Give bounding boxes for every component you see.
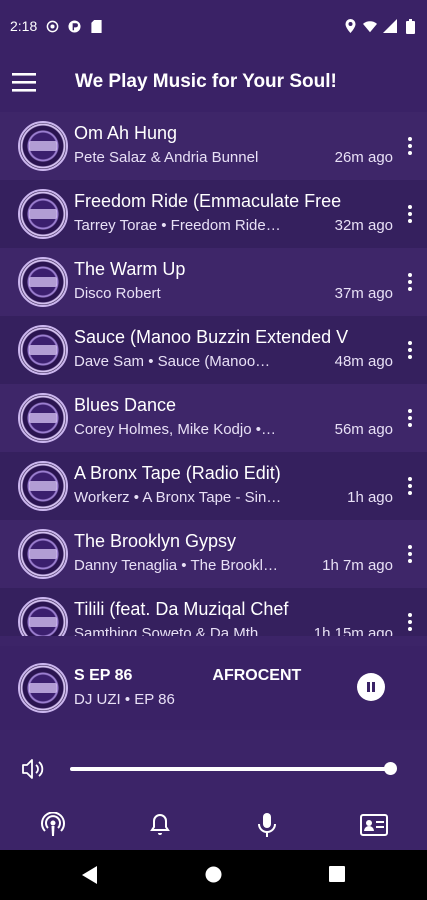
track-title: Om Ah Hung [74,123,178,143]
more-vert-icon[interactable] [393,398,427,438]
microphone-icon[interactable] [252,810,282,840]
track-title: The Brooklyn Gypsy [74,531,237,551]
more-vert-icon[interactable] [393,126,427,166]
album-art [18,121,68,171]
bell-icon[interactable] [145,810,175,840]
track-time: 32m ago [334,217,393,234]
status-bar: 2:18 [0,0,427,52]
album-art [18,189,68,239]
contact-card-icon[interactable] [359,810,389,840]
track-subtitle: Pete Salaz & Andria Bunnel [74,149,259,166]
track-row[interactable]: Sauce (Manoo Buzzin Extended V Dave Sam … [0,316,427,384]
wifi-icon [363,19,377,33]
track-subtitle: Tarrey Torae • Freedom Ride… [74,217,281,234]
track-row[interactable]: Om Ah Hung Pete Salaz & Andria Bunnel 26… [0,112,427,180]
track-time: 1h 15m ago [313,625,393,636]
track-subtitle: Dave Sam • Sauce (Manoo… [74,353,271,370]
more-vert-icon[interactable] [393,534,427,574]
app-badge-icon [67,19,81,33]
volume-slider-thumb[interactable] [384,762,397,775]
track-time: 26m ago [334,149,393,166]
bottom-nav [0,798,427,850]
track-subtitle: Workerz • A Bronx Tape - Sin… [74,489,282,506]
now-playing-title: S EP 86 AFROCENT [74,667,329,685]
track-subtitle: Corey Holmes, Mike Kodjo •… [74,421,276,438]
back-icon[interactable] [82,866,98,884]
track-time: 37m ago [334,285,393,302]
track-title: A Bronx Tape (Radio Edit) [74,463,281,483]
track-title: Blues Dance [74,395,177,415]
pause-icon [367,682,375,692]
track-row[interactable]: A Bronx Tape (Radio Edit) Workerz • A Br… [0,452,427,520]
app-header: We Play Music for Your Soul! [0,52,427,112]
album-art [18,393,68,443]
track-time: 48m ago [334,353,393,370]
album-art [18,529,68,579]
track-row[interactable]: Blues Dance Corey Holmes, Mike Kodjo •… … [0,384,427,452]
volume-bar [0,740,427,798]
track-row[interactable]: The Warm Up Disco Robert 37m ago [0,248,427,316]
track-list[interactable]: Om Ah Hung Pete Salaz & Andria Bunnel 26… [0,112,427,636]
now-playing-title-part1: S EP 86 [74,667,133,684]
now-playing-subtitle: DJ UZI • EP 86 [74,691,175,708]
album-art [18,257,68,307]
status-time: 2:18 [10,18,38,34]
battery-icon [403,18,417,34]
hamburger-menu-icon[interactable] [0,58,48,106]
album-art [18,597,68,636]
more-vert-icon[interactable] [393,330,427,370]
more-vert-icon[interactable] [393,262,427,302]
cell-signal-icon [383,19,397,33]
track-time: 1h ago [347,489,393,506]
recents-icon[interactable] [329,866,345,882]
now-playing-title-part2: AFROCENT [212,667,302,684]
media-record-icon [45,19,59,33]
track-subtitle: Samthing Soweto & Da Mth… [74,625,274,636]
album-art [18,461,68,511]
podcast-icon[interactable] [38,810,68,840]
track-title: Tilili (feat. Da Muziqal Chef [74,599,289,619]
more-vert-icon[interactable] [393,466,427,506]
now-playing-bar[interactable]: S EP 86 AFROCENT DJ UZI • EP 86 [0,646,427,730]
now-playing-art [18,663,68,713]
track-subtitle: Disco Robert [74,285,161,302]
sd-card-icon [89,19,103,33]
track-time: 1h 7m ago [322,557,393,574]
track-row[interactable]: Freedom Ride (Emmaculate Free Tarrey Tor… [0,180,427,248]
album-art [18,325,68,375]
home-icon[interactable] [205,866,222,883]
track-title: The Warm Up [74,259,186,279]
more-vert-icon[interactable] [393,602,427,636]
more-vert-icon[interactable] [393,194,427,234]
system-nav-bar [0,850,427,900]
app-title: We Play Music for Your Soul! [75,71,337,92]
track-subtitle: Danny Tenaglia • The Brookl… [74,557,278,574]
track-row[interactable]: The Brooklyn Gypsy Danny Tenaglia • The … [0,520,427,588]
track-title: Sauce (Manoo Buzzin Extended V [74,327,349,347]
track-time: 56m ago [334,421,393,438]
track-title: Freedom Ride (Emmaculate Free [74,191,342,211]
location-icon [343,19,357,33]
track-row[interactable]: Tilili (feat. Da Muziqal Chef Samthing S… [0,588,427,636]
volume-icon[interactable] [20,756,46,782]
pause-button[interactable] [357,673,385,701]
volume-slider[interactable] [70,767,390,771]
